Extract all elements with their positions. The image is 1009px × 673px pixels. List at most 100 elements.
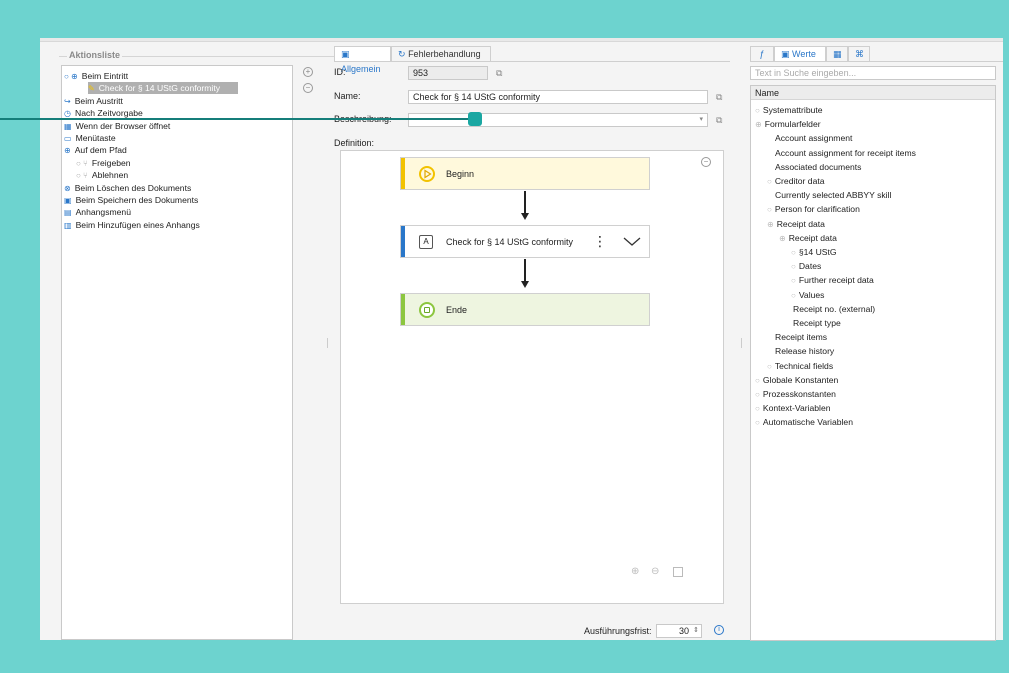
translate-icon[interactable]: ⧉ — [716, 92, 722, 103]
field-tree-item[interactable]: ○ Creditor data — [767, 174, 825, 188]
action-item-label: Check for § 14 UStG conformity — [98, 83, 221, 94]
collapse-node-icon[interactable]: ⊕ — [767, 220, 774, 229]
tab-variables[interactable]: ⌘ — [848, 46, 870, 62]
search-input[interactable]: Text in Suche eingeben... — [750, 66, 996, 80]
start-node[interactable]: Beginn — [400, 157, 650, 190]
field-tree-label: Prozesskonstanten — [762, 389, 836, 399]
expand-node-icon[interactable]: ○ — [755, 418, 760, 427]
add-icon[interactable]: + — [303, 67, 313, 77]
field-tree-item[interactable]: ○ Technical fields — [767, 359, 833, 373]
action-item-icon: ⊗ — [64, 183, 71, 193]
tab-error-label: Fehlerbehandlung — [408, 49, 481, 59]
field-tree-item[interactable]: Account assignment — [775, 131, 852, 145]
action-item[interactable]: ⊗ Beim Löschen des Dokuments — [64, 182, 191, 194]
expand-node-icon[interactable]: ○ — [755, 404, 760, 413]
field-tree-item[interactable]: Receipt items — [775, 330, 827, 344]
selected-action-item[interactable]: ✎ Check for § 14 UStG conformity — [88, 82, 238, 95]
end-node[interactable]: Ende — [400, 293, 650, 326]
action-item-icon: ▤ — [64, 208, 72, 218]
action-item[interactable]: ↪ Beim Austritt — [64, 95, 123, 107]
field-tree-item[interactable]: ○ Values — [791, 288, 824, 302]
field-tree-label: Release history — [775, 346, 835, 357]
field-tree-item[interactable]: ○ Dates — [791, 259, 821, 273]
field-tree-item[interactable]: ○ Kontext-Variablen — [755, 401, 831, 415]
action-item[interactable]: ▭ Menütaste — [64, 132, 116, 144]
action-item-label: Beim Eintritt — [81, 71, 129, 81]
chevron-down-icon[interactable] — [623, 237, 641, 247]
action-item[interactable]: ▤ Anhangsmenü — [64, 206, 131, 218]
tab-formula[interactable]: ƒ — [750, 46, 774, 62]
name-field[interactable]: Check for § 14 UStG conformity — [408, 90, 708, 104]
field-tree-label: Receipt data — [776, 218, 825, 229]
action-item[interactable]: ▦ Wenn der Browser öffnet — [64, 120, 170, 132]
field-tree-label: Globale Konstanten — [762, 374, 839, 385]
action-node[interactable]: A Check for § 14 UStG conformity ⋮ — [400, 225, 650, 258]
action-item[interactable]: ▥ Beim Hinzufügen eines Anhangs — [64, 219, 200, 231]
expand-node-icon[interactable]: ○ — [755, 106, 760, 115]
action-tree[interactable]: ○ ⊕ Beim Eintritt ✎ Check for § 14 UStG con… — [61, 65, 293, 640]
zoom-out-icon[interactable]: ⊖ — [651, 566, 659, 577]
info-icon[interactable]: i — [714, 625, 724, 635]
action-item[interactable]: ○ ⑂ Freigeben — [76, 157, 131, 169]
field-tree-item[interactable]: Account assignment for receipt items — [775, 146, 916, 160]
id-field: 953 — [408, 66, 488, 80]
expand-node-icon[interactable]: ○ — [791, 248, 796, 257]
zoom-in-icon[interactable]: ⊕ — [631, 566, 639, 577]
splitter-right[interactable] — [741, 338, 743, 348]
action-item[interactable]: ⊕ Auf dem Pfad — [64, 144, 127, 156]
expand-node-icon[interactable]: ○ — [755, 390, 760, 399]
field-tree-item[interactable]: ○ §14 UStG — [791, 245, 837, 259]
spinner-icon[interactable]: ⇕ — [693, 625, 699, 637]
action-item[interactable]: ▣ Beim Speichern des Dokuments — [64, 194, 198, 206]
splitter-left[interactable] — [327, 338, 329, 348]
collapse-icon[interactable]: − — [701, 157, 711, 167]
field-tree-item[interactable]: ⊕ Receipt data — [767, 217, 825, 231]
connector-2-head — [521, 281, 529, 288]
field-tree-item[interactable]: Associated documents — [775, 160, 861, 174]
field-tree-item[interactable]: Release history — [775, 344, 834, 358]
field-tree-item[interactable]: ○ Globale Konstanten — [755, 373, 838, 387]
collapse-node-icon[interactable]: ⊕ — [755, 120, 762, 129]
fit-view-icon[interactable] — [673, 567, 683, 577]
expand-node-icon[interactable]: ○ — [755, 376, 760, 385]
end-node-bar — [401, 294, 405, 325]
expand-node-icon[interactable]: ○ — [767, 205, 772, 214]
expand-node-icon[interactable]: ○ — [767, 177, 772, 186]
more-menu-icon[interactable]: ⋮ — [593, 232, 607, 250]
remove-icon[interactable]: − — [303, 83, 313, 93]
field-tree-item[interactable]: Receipt no. (external) — [793, 302, 875, 316]
workflow-canvas[interactable]: − Beginn A Check for § 14 UStG conformit… — [340, 150, 724, 604]
field-tree-item[interactable]: Receipt type — [793, 316, 841, 330]
field-tree-label: Receipt type — [793, 318, 841, 328]
field-tree-item[interactable]: ○ Automatische Variablen — [755, 415, 853, 429]
collapse-node-icon[interactable]: ⊕ — [779, 234, 786, 243]
tab-error-handling[interactable]: ↻ Fehlerbehandlung — [391, 46, 491, 62]
action-item-icon: ▣ — [64, 196, 72, 205]
values-tree[interactable]: Name ○ Systemattribute ⊕ Formularfelder Acco… — [750, 85, 996, 641]
translate-icon-2[interactable]: ⧉ — [716, 115, 722, 126]
expand-node-icon[interactable]: ○ — [791, 262, 796, 271]
description-field[interactable]: ▾ — [408, 113, 708, 127]
deadline-field[interactable]: 30 ⇕ — [656, 624, 702, 638]
action-item[interactable]: ○ ⑂ Ablehnen — [76, 169, 128, 181]
field-tree-item[interactable]: ○ Person for clarification — [767, 202, 860, 216]
expand-node-icon[interactable]: ○ — [791, 291, 796, 300]
name-column-header: Name — [751, 86, 995, 100]
copy-icon[interactable]: ⧉ — [496, 68, 502, 79]
grid-icon: ▦ — [833, 49, 842, 59]
tab-grid[interactable]: ▦ — [826, 46, 848, 62]
expand-node-icon[interactable]: ○ — [767, 362, 772, 371]
field-tree-item[interactable]: Currently selected ABBYY skill — [775, 188, 891, 202]
stop-icon — [419, 302, 435, 318]
field-tree-item[interactable]: ⊕ Receipt data — [779, 231, 837, 245]
tab-values[interactable]: ▣ Werte — [774, 46, 826, 62]
field-tree-item[interactable]: ⊕ Formularfelder — [755, 117, 821, 131]
field-tree-item[interactable]: ○ Prozesskonstanten — [755, 387, 836, 401]
action-item-icon: ○ ⑂ — [76, 171, 88, 181]
field-tree-item[interactable]: ○ Further receipt data — [791, 273, 874, 287]
field-tree-item[interactable]: ○ Systemattribute — [755, 103, 823, 117]
dropdown-icon[interactable]: ▾ — [699, 114, 703, 126]
expand-node-icon[interactable]: ○ — [791, 276, 796, 285]
action-item[interactable]: ○ ⊕ Beim Eintritt — [64, 70, 128, 82]
tab-general[interactable]: ▣ Allgemein — [334, 46, 391, 74]
